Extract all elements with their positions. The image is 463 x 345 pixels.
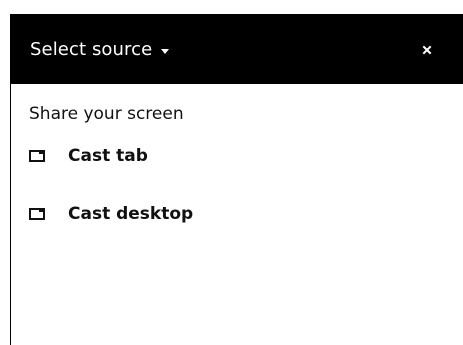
dialog-titlebar: Select source — [11, 14, 463, 84]
select-source-dropdown[interactable]: Select source — [30, 36, 170, 64]
dialog-content: Share your screen Cast tab Cast desktop — [11, 84, 463, 345]
close-button[interactable] — [413, 36, 441, 64]
desktop-icon — [29, 208, 45, 220]
cast-tab-item[interactable]: Cast tab — [29, 142, 148, 170]
cast-desktop-item[interactable]: Cast desktop — [29, 200, 193, 228]
cast-desktop-label: Cast desktop — [68, 204, 194, 224]
tab-icon — [29, 150, 45, 162]
caret-down-icon — [161, 49, 170, 54]
cast-tab-label: Cast tab — [68, 146, 148, 166]
cast-dialog: Select source Share your screen Cast tab… — [10, 14, 463, 345]
select-source-label: Select source — [30, 39, 153, 60]
close-icon — [422, 45, 432, 55]
share-screen-label: Share your screen — [29, 104, 184, 124]
